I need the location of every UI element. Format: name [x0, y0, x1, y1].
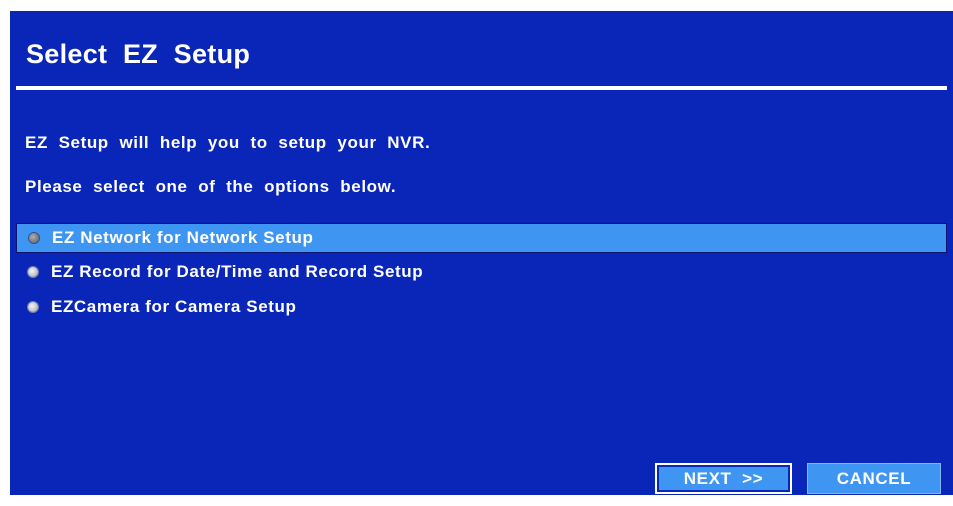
option-ez-network[interactable]: EZ Network for Network Setup: [16, 223, 947, 253]
next-button[interactable]: NEXT >>: [655, 463, 792, 494]
cancel-button[interactable]: CANCEL: [807, 463, 941, 494]
instruction-text: Please select one of the options below.: [25, 177, 397, 196]
option-ez-record[interactable]: EZ Record for Date/Time and Record Setup: [16, 257, 947, 287]
option-label: EZCamera for Camera Setup: [51, 297, 297, 316]
option-ez-camera[interactable]: EZCamera for Camera Setup: [16, 292, 947, 322]
radio-button-icon[interactable]: [28, 267, 38, 277]
intro-text: EZ Setup will help you to setup your NVR…: [25, 133, 431, 152]
radio-button-icon[interactable]: [29, 233, 39, 243]
title-divider: [16, 86, 947, 90]
ez-setup-dialog: Select EZ Setup EZ Setup will help you t…: [10, 11, 953, 495]
radio-button-icon[interactable]: [28, 302, 38, 312]
option-label: EZ Network for Network Setup: [52, 228, 314, 247]
option-label: EZ Record for Date/Time and Record Setup: [51, 262, 424, 281]
dialog-title: Select EZ Setup: [26, 39, 251, 69]
